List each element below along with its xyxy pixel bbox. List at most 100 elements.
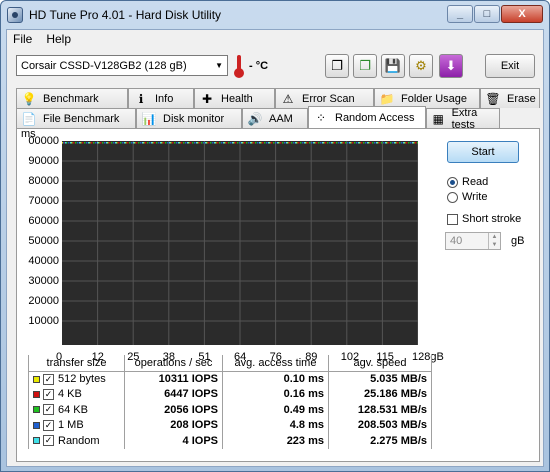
tab-random-access[interactable]: ⁘ Random Access	[308, 106, 426, 128]
exit-button[interactable]: Exit	[485, 54, 535, 78]
short-stroke-checkbox[interactable]: Short stroke	[447, 213, 521, 225]
data-point	[264, 142, 266, 144]
title-bar[interactable]: HD Tune Pro 4.01 - Hard Disk Utility _ □…	[1, 1, 549, 29]
tab-aam[interactable]: 🔊 AAM	[242, 108, 308, 128]
data-point	[239, 142, 241, 144]
header-transfer-size: transfer size	[28, 355, 125, 372]
data-point	[79, 142, 81, 144]
tab-erase[interactable]: 🗑 Erase	[480, 88, 540, 108]
series-checkbox[interactable]: ✓	[43, 419, 54, 431]
operations-cell: 208 IOPS	[124, 417, 223, 433]
access-time-cell: 0.49 ms	[222, 402, 329, 418]
data-point	[113, 142, 115, 144]
data-point	[104, 142, 106, 144]
drive-select[interactable]: Corsair CSSD-V128GB2 (128 gB) ▼	[16, 55, 228, 76]
options-button[interactable]: ⚙	[409, 54, 433, 78]
data-point	[185, 142, 187, 144]
health-icon: ✚	[201, 91, 213, 106]
data-point	[118, 142, 120, 144]
tab-file-benchmark[interactable]: 📄 File Benchmark	[16, 108, 136, 128]
table-row: ✓ Random 4 IOPS 223 ms 2.275 MB/s	[28, 433, 432, 449]
disk-monitor-icon: 📊	[141, 111, 157, 126]
speed-cell: 208.503 MB/s	[328, 417, 432, 433]
tab-error-scan[interactable]: ⚠ Error Scan	[275, 88, 374, 108]
data-point	[169, 142, 171, 144]
menu-file[interactable]: File	[13, 32, 32, 46]
series-checkbox[interactable]: ✓	[43, 388, 54, 400]
series-checkbox[interactable]: ✓	[43, 435, 54, 447]
speed-cell: 25.186 MB/s	[328, 386, 432, 402]
data-point	[82, 142, 84, 144]
data-point	[316, 142, 318, 144]
tab-benchmark[interactable]: 💡 Benchmark	[16, 88, 128, 108]
close-button[interactable]: X	[501, 5, 543, 23]
maximize-button[interactable]: □	[474, 5, 500, 23]
data-point	[401, 142, 403, 144]
y-tick-label: 60000	[28, 215, 59, 227]
tab-health[interactable]: ✚ Health	[194, 88, 275, 108]
data-point	[394, 142, 396, 144]
data-point	[390, 142, 392, 144]
data-point	[248, 142, 250, 144]
series-checkbox[interactable]: ✓	[43, 404, 54, 416]
data-point	[253, 142, 255, 144]
save-button[interactable]: 💾	[381, 54, 405, 78]
data-point	[237, 142, 239, 144]
data-point	[178, 142, 180, 144]
operations-cell: 4 IOPS	[124, 433, 223, 449]
access-time-cell: 223 ms	[222, 433, 329, 449]
tab-label: Extra tests	[451, 106, 478, 131]
series-color-swatch	[33, 390, 40, 398]
data-point	[167, 142, 169, 144]
erase-icon: 🗑	[485, 91, 501, 106]
spin-arrows-icon[interactable]: ▲ ▼	[488, 233, 500, 249]
data-point	[68, 142, 70, 144]
data-point	[302, 142, 304, 144]
short-stroke-size-input[interactable]: 40 ▲ ▼	[445, 232, 501, 250]
data-point	[205, 142, 207, 144]
data-point	[187, 142, 189, 144]
data-point	[403, 142, 405, 144]
data-point	[223, 142, 225, 144]
app-window: HD Tune Pro 4.01 - Hard Disk Utility _ □…	[0, 0, 550, 472]
copy-info-button[interactable]: ❐	[325, 54, 349, 78]
menu-help[interactable]: Help	[46, 32, 71, 46]
data-point	[129, 142, 131, 144]
read-radio[interactable]: Read	[447, 176, 488, 188]
data-point	[379, 142, 381, 144]
download-button[interactable]: ⬇	[439, 54, 463, 78]
tab-label: File Benchmark	[43, 112, 120, 125]
series-color-swatch	[33, 375, 40, 383]
data-point	[95, 142, 97, 144]
transfer-size-cell: ✓ 64 KB	[28, 402, 125, 418]
data-point	[84, 142, 86, 144]
start-button[interactable]: Start	[447, 141, 519, 163]
data-point	[365, 142, 367, 144]
tab-folder-usage[interactable]: 📁 Folder Usage	[374, 88, 480, 108]
tab-info[interactable]: ℹ Info	[128, 88, 194, 108]
data-point	[318, 142, 320, 144]
minimize-button[interactable]: _	[447, 5, 473, 23]
data-point	[329, 142, 331, 144]
data-point	[192, 142, 194, 144]
data-point	[340, 142, 342, 144]
series-checkbox[interactable]: ✓	[43, 373, 54, 385]
data-point	[181, 142, 183, 144]
write-radio[interactable]: Write	[447, 191, 487, 203]
speed-cell: 5.035 MB/s	[328, 371, 432, 387]
read-label: Read	[462, 176, 489, 188]
data-point	[120, 142, 122, 144]
tab-row-1: 💡 Benchmark ℹ Info ✚ Health ⚠ Error Scan 📁 Folder…	[16, 88, 540, 108]
toolbar: Corsair CSSD-V128GB2 (128 gB) ▼ - °C ❐ ❐…	[7, 52, 545, 82]
random-access-panel: ms 00000 90000 80000 70000 60000 50000 40000 30…	[16, 128, 540, 462]
tab-disk-monitor[interactable]: 📊 Disk monitor	[136, 108, 242, 128]
data-point	[417, 142, 418, 144]
copy-screen-button[interactable]: ❐	[353, 54, 377, 78]
info-icon: ℹ	[138, 91, 144, 106]
tab-extra-tests[interactable]: ▦ Extra tests	[426, 106, 500, 131]
data-point	[347, 142, 349, 144]
data-point	[131, 142, 133, 144]
data-point	[282, 142, 284, 144]
short-stroke-size-value: 40	[450, 235, 463, 247]
data-point	[244, 142, 246, 144]
